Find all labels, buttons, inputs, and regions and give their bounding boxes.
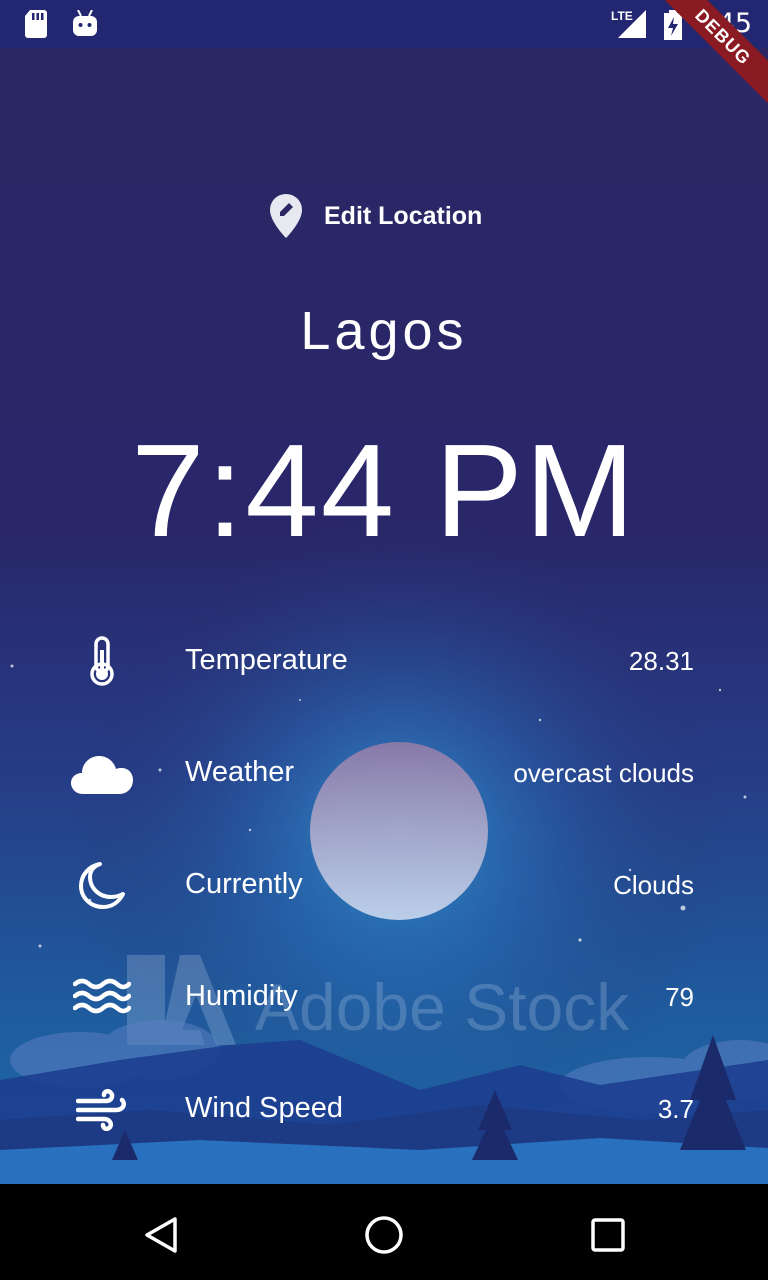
row-value: Clouds bbox=[613, 870, 694, 900]
weather-row: Weather overcast clouds bbox=[0, 738, 768, 808]
home-button[interactable] bbox=[359, 1210, 409, 1260]
currently-row: Currently Clouds bbox=[0, 850, 768, 920]
humidity-row: Humidity 79 bbox=[0, 962, 768, 1032]
row-label: Currently bbox=[185, 868, 303, 900]
row-label: Temperature bbox=[185, 644, 348, 676]
cloud-icon bbox=[70, 738, 134, 808]
home-circle-icon bbox=[365, 1216, 403, 1254]
location-edit-icon bbox=[270, 194, 302, 238]
wind-speed-row: Wind Speed 3.7 bbox=[0, 1074, 768, 1144]
edit-location-label: Edit Location bbox=[324, 201, 483, 230]
thermometer-icon bbox=[70, 626, 134, 696]
navigation-bar bbox=[0, 1184, 768, 1280]
row-value: overcast clouds bbox=[513, 758, 694, 788]
row-value: 28.31 bbox=[628, 646, 694, 676]
row-label: Wind Speed bbox=[185, 1092, 343, 1124]
app-screen: Adobe Stock LTE DEBUG Edit Location Lago… bbox=[0, 0, 768, 1184]
row-value: 3.7 bbox=[657, 1094, 694, 1124]
android-icon bbox=[73, 10, 97, 36]
status-bar: LTE 7:45 bbox=[0, 0, 768, 48]
wind-icon bbox=[70, 1074, 134, 1144]
temperature-row: Temperature 28.31 bbox=[0, 626, 768, 696]
row-value: 79 bbox=[665, 982, 694, 1012]
sd-card-icon bbox=[25, 10, 47, 38]
waves-icon bbox=[70, 962, 134, 1032]
row-label: Weather bbox=[185, 756, 295, 788]
recents-button[interactable] bbox=[583, 1210, 633, 1260]
back-triangle-icon bbox=[145, 1217, 177, 1253]
moon-icon bbox=[70, 850, 134, 920]
signal-icon bbox=[618, 10, 646, 38]
back-button[interactable] bbox=[136, 1210, 186, 1260]
row-label: Humidity bbox=[185, 980, 298, 1012]
city-name: Lagos bbox=[300, 301, 468, 361]
local-time: 7:44 PM bbox=[131, 417, 637, 564]
recents-square-icon bbox=[591, 1218, 625, 1252]
edit-location-button[interactable]: Edit Location bbox=[270, 192, 510, 240]
